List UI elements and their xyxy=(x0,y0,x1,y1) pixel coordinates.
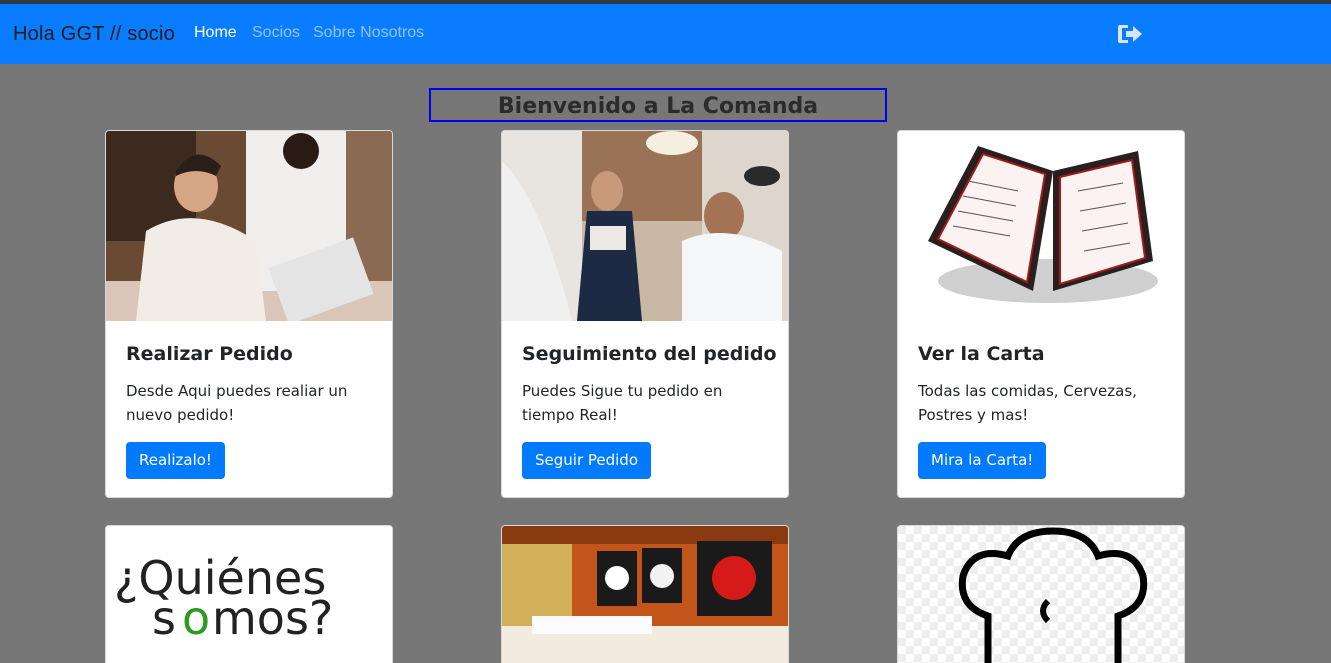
nav-link-sobre-nosotros[interactable]: Sobre Nosotros xyxy=(313,24,424,42)
somos-rest-text: mos? xyxy=(212,591,333,645)
card-realizar-pedido: Realizar Pedido Desde Aqui puedes realia… xyxy=(105,130,393,498)
card-title: Realizar Pedido xyxy=(126,343,293,365)
card-seguimiento-pedido: Seguimiento del pedido Puedes Sigue tu p… xyxy=(501,130,789,498)
navbar-brand[interactable]: Hola GGT // socio xyxy=(13,23,175,46)
nav-link-home[interactable]: Home xyxy=(194,24,237,42)
waiter-taking-order-image xyxy=(106,131,392,321)
quienes-somos-logo: ¿Quiénes s o mos? xyxy=(106,526,392,663)
chef-hat-image xyxy=(898,526,1184,663)
menu-booklet-image xyxy=(898,131,1184,321)
card-title: Ver la Carta xyxy=(918,343,1045,365)
somos-o-text: o xyxy=(182,591,210,645)
card-quienes-somos: ¿Quiénes s o mos? xyxy=(105,525,393,663)
restaurant-service-image xyxy=(502,131,788,321)
sign-out-icon[interactable] xyxy=(1117,23,1143,45)
restaurant-interior-image xyxy=(502,526,788,663)
page-title: Bienvenido a La Comanda xyxy=(497,94,819,119)
realizalo-button[interactable]: Realizalo! xyxy=(126,442,225,479)
mira-la-carta-button[interactable]: Mira la Carta! xyxy=(918,442,1047,479)
card-text: Puedes Sigue tu pedido en tiempo Real! xyxy=(522,382,723,424)
seguir-pedido-button[interactable]: Seguir Pedido xyxy=(522,442,652,479)
card-text: Todas las comidas, Cervezas, Postres y m… xyxy=(918,382,1137,424)
card-text: Desde Aqui puedes realiar un nuevo pedid… xyxy=(126,382,348,424)
card-sobre-local xyxy=(501,525,789,663)
card-ver-carta: Ver la Carta Todas las comidas, Cervezas… xyxy=(897,130,1185,498)
card-title: Seguimiento del pedido xyxy=(522,343,777,365)
nav-link-socios[interactable]: Socios xyxy=(252,24,300,42)
navbar: Hola GGT // socio Home Socios Sobre Noso… xyxy=(0,4,1331,64)
welcome-heading-box: Bienvenido a La Comanda xyxy=(429,88,887,122)
card-chef xyxy=(897,525,1185,663)
somos-s-text: s xyxy=(152,591,176,645)
